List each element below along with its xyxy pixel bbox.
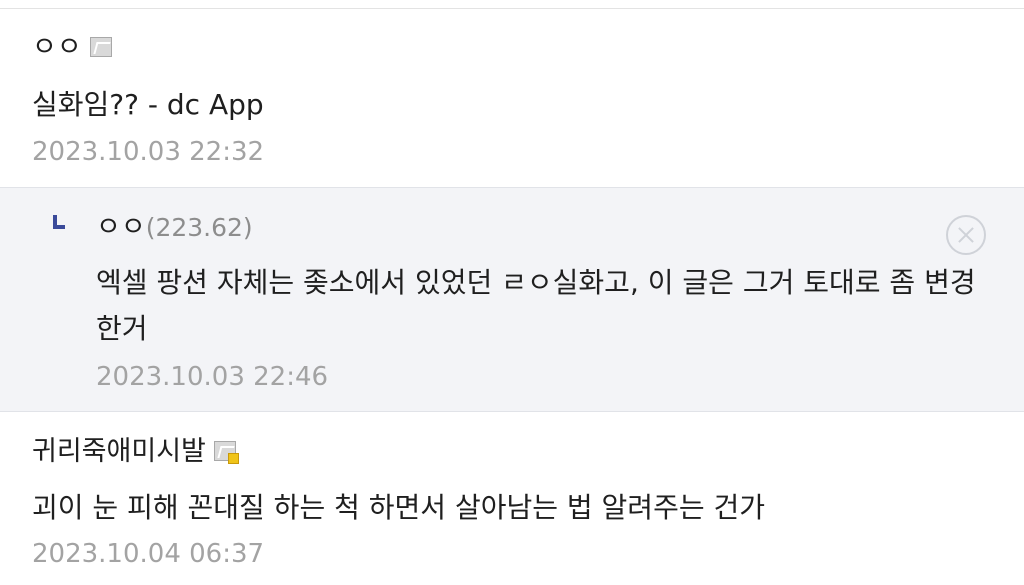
author-nickname[interactable]: 귀리죽애미시발 <box>32 436 206 467</box>
author-ip: (223.62) <box>145 213 253 242</box>
author-nickname[interactable]: ㅇㅇ <box>96 212 146 243</box>
comment-body: 괴이 눈 피해 꼰대질 하는 척 하면서 살아남는 법 알려주는 건가 <box>32 491 766 524</box>
comment-date: 2023.10.03 22:32 <box>32 137 265 167</box>
comment-item: ㅇㅇ 실화임?? - dc App 2023.10.03 22:32 <box>0 9 1024 187</box>
comment-date: 2023.10.04 06:37 <box>32 539 265 569</box>
comment-author[interactable]: 귀리죽애미시발 <box>32 435 239 469</box>
comment-item: 귀리죽애미시발 괴이 눈 피해 꼰대질 하는 척 하면서 살아남는 법 알려주는… <box>0 413 1024 585</box>
reply-arrow-icon <box>53 215 65 229</box>
comment-author[interactable]: ㅇㅇ <box>32 31 112 65</box>
comment-body: 실화임?? - dc App <box>32 88 264 121</box>
gallog-icon[interactable] <box>89 37 112 57</box>
delete-reply-button[interactable] <box>946 215 986 255</box>
reply-item: ㅇㅇ(223.62) 엑셀 팡션 자체는 좆소에서 있었던 ㄹㅇ실화고, 이 글… <box>0 187 1024 412</box>
reply-body: 엑셀 팡션 자체는 좆소에서 있었던 ㄹㅇ실화고, 이 글은 그거 토대로 좀 … <box>96 266 976 345</box>
fixed-badge-icon <box>227 453 239 464</box>
reply-date: 2023.10.03 22:46 <box>96 362 329 392</box>
gallog-fixed-icon[interactable] <box>213 441 239 464</box>
author-nickname[interactable]: ㅇㅇ <box>32 32 82 63</box>
reply-author[interactable]: ㅇㅇ(223.62) <box>96 211 253 245</box>
